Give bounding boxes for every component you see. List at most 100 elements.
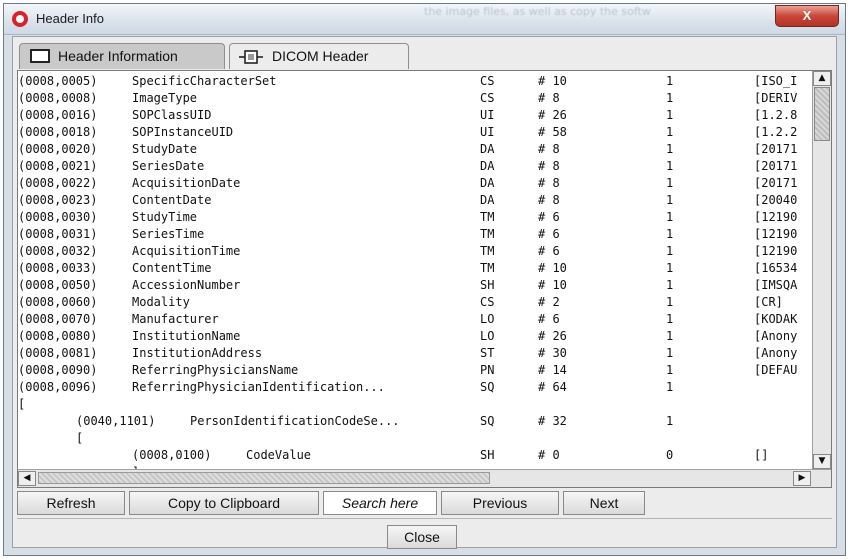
tag-cell: (0008,0008)	[18, 91, 98, 105]
value-cell: [DEFAU	[754, 363, 798, 377]
copy-to-clipboard-button[interactable]: Copy to Clipboard	[129, 491, 319, 515]
name-cell: SeriesDate	[132, 159, 205, 173]
horizontal-scroll-thumb[interactable]	[38, 472, 490, 484]
vr-cell: SH	[480, 278, 495, 292]
name-cell: PersonIdentificationCodeSe...	[190, 414, 400, 428]
vm-cell: 1	[666, 346, 674, 360]
vr-cell: DA	[480, 142, 495, 156]
client-area: Header Information DICOM Header (0008,00…	[12, 36, 837, 549]
next-button[interactable]: Next	[563, 491, 645, 515]
vr-cell: TM	[480, 227, 495, 241]
value-cell: [20171	[754, 142, 798, 156]
vr-cell: CS	[480, 91, 495, 105]
name-cell: ImageType	[132, 91, 198, 105]
name-cell: StudyDate	[132, 142, 198, 156]
scroll-right-button[interactable]: ▶	[793, 471, 811, 486]
vr-cell: SQ	[480, 380, 495, 394]
vr-cell: UI	[480, 108, 495, 122]
vm-cell: 1	[666, 329, 674, 343]
value-cell: [20171	[754, 176, 798, 190]
vm-cell: 1	[666, 74, 674, 88]
vr-cell: SH	[480, 448, 495, 462]
vr-cell: SQ	[480, 414, 495, 428]
value-cell: [12190	[754, 227, 798, 241]
header-info-window: Header Info the image files, as well as …	[3, 3, 846, 556]
length-cell: # 58	[538, 125, 567, 139]
length-cell: # 8	[538, 176, 560, 190]
vm-cell: 1	[666, 142, 674, 156]
vr-cell: DA	[480, 193, 495, 207]
tag-cell: (0008,0070)	[18, 312, 98, 326]
tag-cell: [	[18, 397, 26, 411]
search-input[interactable]	[323, 491, 437, 515]
name-cell: StudyTime	[132, 210, 198, 224]
value-cell: [16534	[754, 261, 798, 275]
tag-cell: (0008,0031)	[18, 227, 98, 241]
length-cell: # 2	[538, 295, 560, 309]
vm-cell: 1	[666, 414, 674, 428]
name-cell: SeriesTime	[132, 227, 205, 241]
vr-cell: TM	[480, 244, 495, 258]
background-window-text: the image files, as well as copy the sof…	[424, 5, 651, 18]
tag-cell: (0008,0022)	[18, 176, 98, 190]
name-cell: ContentDate	[132, 193, 212, 207]
length-cell: # 10	[538, 278, 567, 292]
scroll-down-button[interactable]: ▼	[813, 454, 831, 469]
tag-cell: (0008,0050)	[18, 278, 98, 292]
window-close-button[interactable]: X	[775, 5, 839, 27]
horizontal-scrollbar[interactable]: ◀ ▶	[18, 469, 831, 487]
name-cell: InstitutionAddress	[132, 346, 263, 360]
scroll-up-button[interactable]: ▲	[813, 71, 831, 86]
tag-cell: (0008,0005)	[18, 74, 98, 88]
tag-cell: (0008,0090)	[18, 363, 98, 377]
length-cell: # 30	[538, 346, 567, 360]
tag-cell: (0008,0018)	[18, 125, 98, 139]
length-cell: # 64	[538, 380, 567, 394]
tab-label: DICOM Header	[272, 48, 369, 64]
scroll-left-button[interactable]: ◀	[18, 471, 36, 486]
length-cell: # 6	[538, 210, 560, 224]
name-cell: ReferringPhysiciansName	[132, 363, 299, 377]
length-cell: # 6	[538, 312, 560, 326]
length-cell: # 8	[538, 142, 560, 156]
tag-cell: (0040,1101)	[76, 414, 156, 428]
vm-cell: 1	[666, 261, 674, 275]
vm-cell: 1	[666, 244, 674, 258]
value-cell: [12190	[754, 210, 798, 224]
length-cell: # 26	[538, 108, 567, 122]
vertical-scrollbar[interactable]: ▲ ▼	[812, 71, 831, 469]
vm-cell: 1	[666, 210, 674, 224]
name-cell: SOPClassUID	[132, 108, 212, 122]
tab-header-information[interactable]: Header Information	[19, 43, 225, 69]
vr-cell: LO	[480, 329, 495, 343]
vr-cell: DA	[480, 159, 495, 173]
vm-cell: 1	[666, 227, 674, 241]
tag-cell: (0008,0021)	[18, 159, 98, 173]
tag-cell: (0008,0016)	[18, 108, 98, 122]
close-button[interactable]: Close	[387, 525, 457, 549]
vr-cell: TM	[480, 210, 495, 224]
vr-cell: DA	[480, 176, 495, 190]
tab-dicom-header[interactable]: DICOM Header	[229, 43, 409, 69]
name-cell: ContentTime	[132, 261, 212, 275]
app-logo-icon	[12, 11, 28, 27]
length-cell: # 8	[538, 91, 560, 105]
vr-cell: ST	[480, 346, 495, 360]
length-cell: # 8	[538, 193, 560, 207]
dicom-tag-list[interactable]: (0008,0005) SpecificCharacterSet CS # 10 1 [I…	[18, 71, 810, 469]
previous-button[interactable]: Previous	[441, 491, 559, 515]
tag-cell: (0008,0100)	[132, 448, 212, 462]
length-cell: # 6	[538, 244, 560, 258]
name-cell: Manufacturer	[132, 312, 219, 326]
vr-cell: CS	[480, 74, 495, 88]
value-cell: [ISO_I	[754, 74, 798, 88]
value-cell: [CR]	[754, 295, 783, 309]
name-cell: Modality	[132, 295, 190, 309]
title-bar[interactable]: Header Info the image files, as well as …	[4, 4, 845, 35]
refresh-button[interactable]: Refresh	[17, 491, 125, 515]
tag-cell: (0008,0032)	[18, 244, 98, 258]
vm-cell: 1	[666, 312, 674, 326]
vertical-scroll-thumb[interactable]	[814, 87, 830, 141]
value-cell: [1.2.2	[754, 125, 798, 139]
name-cell: AcquisitionDate	[132, 176, 241, 190]
